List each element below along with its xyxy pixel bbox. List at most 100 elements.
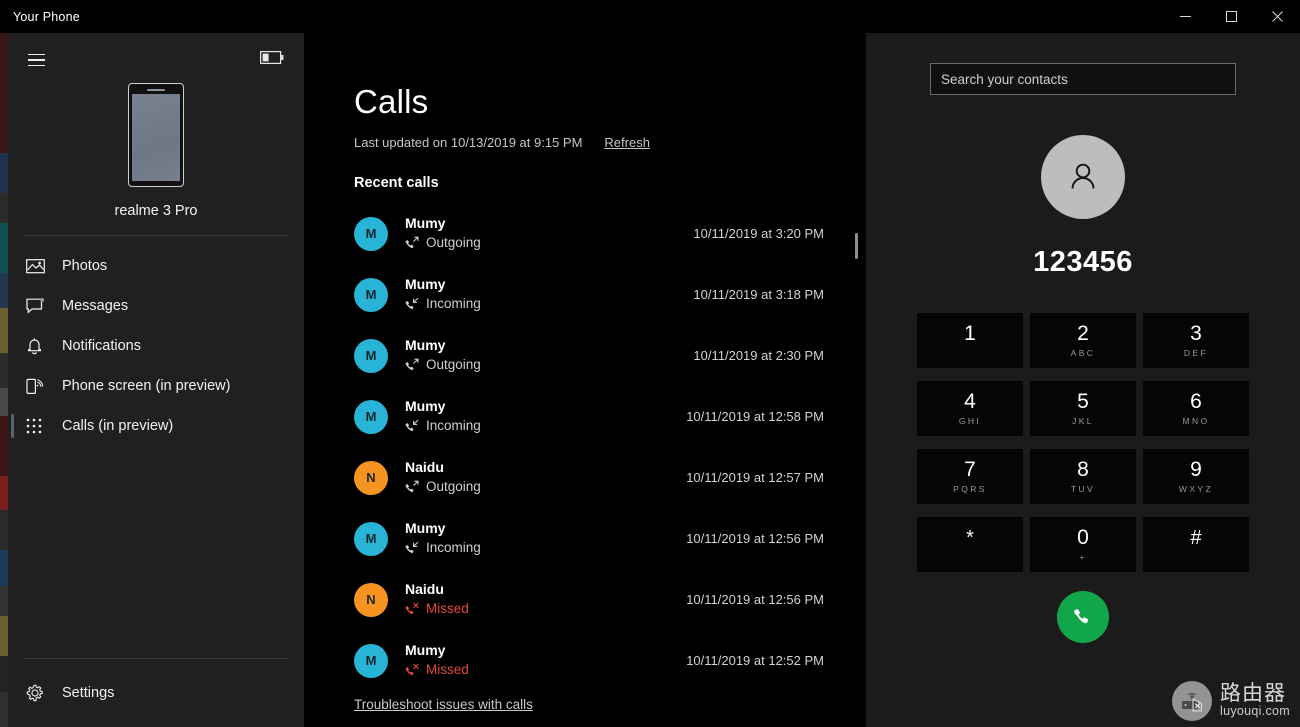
avatar: N xyxy=(354,582,388,617)
dialer-panel: 123456 1 2 ABC 3 DEF 4 GHI xyxy=(866,33,1300,727)
sidebar-item-photos[interactable]: Photos xyxy=(8,246,304,286)
window-controls xyxy=(1162,0,1300,33)
call-contact-name: Mumy xyxy=(405,641,446,658)
call-type-label: Incoming xyxy=(426,417,481,433)
call-type-label: Outgoing xyxy=(426,478,481,494)
status-row: Last updated on 10/13/2019 at 9:15 PM Re… xyxy=(354,135,866,150)
close-button[interactable] xyxy=(1254,0,1300,33)
call-timestamp: 10/11/2019 at 3:18 PM xyxy=(693,287,824,302)
call-list-item[interactable]: M Mumy Incoming 10/11/2019 at xyxy=(354,386,824,447)
dialpad-key-letters: + xyxy=(1079,552,1087,563)
dialpad: 1 2 ABC 3 DEF 4 GHI 5 JKL 6 MNO 7 PQRS 8… xyxy=(917,313,1249,585)
dialpad-key-0[interactable]: 0 + xyxy=(1030,517,1136,572)
incoming-call-icon xyxy=(405,297,419,310)
sidebar-item-phone-screen[interactable]: Phone screen (in preview) xyxy=(8,366,304,406)
device-illustration xyxy=(8,83,304,187)
call-list-item[interactable]: M Mumy Outgoing 10/11/2019 at xyxy=(354,203,824,264)
dialpad-key-8[interactable]: 8 TUV xyxy=(1030,449,1136,504)
sidebar-item-notifications[interactable]: Notifications xyxy=(8,326,304,366)
missed-call-icon xyxy=(405,663,419,676)
dialpad-key-9[interactable]: 9 WXYZ xyxy=(1143,449,1249,504)
avatar: M xyxy=(354,216,388,251)
dialpad-key-4[interactable]: 4 GHI xyxy=(917,381,1023,436)
dialpad-key-7[interactable]: 7 PQRS xyxy=(917,449,1023,504)
title-bar: Your Phone xyxy=(0,0,1300,33)
dialpad-key-letters: DEF xyxy=(1183,348,1209,359)
dialpad-key-digit: 5 xyxy=(1077,389,1089,413)
call-contact-name: Naidu xyxy=(405,580,444,597)
dialpad-key-star[interactable]: * xyxy=(917,517,1023,572)
troubleshoot-link[interactable]: Troubleshoot issues with calls xyxy=(354,697,533,712)
avatar: N xyxy=(354,460,388,495)
avatar: M xyxy=(354,399,388,434)
calls-scrollbar[interactable] xyxy=(854,33,860,727)
bell-icon xyxy=(26,336,50,356)
call-type-label: Outgoing xyxy=(426,356,481,372)
your-phone-window: Your Phone realme 3 Pro Photos Messages … xyxy=(0,0,1300,727)
dialpad-key-6[interactable]: 6 MNO xyxy=(1143,381,1249,436)
last-updated-text: Last updated on 10/13/2019 at 9:15 PM xyxy=(354,135,583,150)
gear-icon xyxy=(26,683,50,703)
dialpad-key-2[interactable]: 2 ABC xyxy=(1030,313,1136,368)
sidebar-item-messages[interactable]: Messages xyxy=(8,286,304,326)
call-list-item[interactable]: M Mumy Incoming 10/11/2019 at xyxy=(354,508,824,569)
phone-handset-icon xyxy=(1074,609,1089,624)
search-contacts-input[interactable] xyxy=(930,63,1236,95)
sidebar-item-label: Calls (in preview) xyxy=(62,417,174,434)
call-list-item[interactable]: M Mumy Missed 10/11/2019 at 12:52 PM xyxy=(354,630,824,691)
dialpad-key-5[interactable]: 5 JKL xyxy=(1030,381,1136,436)
call-timestamp: 10/11/2019 at 2:30 PM xyxy=(693,348,824,363)
sidebar-item-label: Phone screen (in preview) xyxy=(62,377,231,394)
dialpad-key-letters: PQRS xyxy=(953,484,987,495)
recent-calls-list: M Mumy Outgoing 10/11/2019 at 3:20 PM M … xyxy=(354,203,824,691)
dialpad-key-1[interactable]: 1 xyxy=(917,313,1023,368)
watermark-en-text: luyouqi.com xyxy=(1220,704,1290,719)
phone-screen-icon xyxy=(26,376,50,396)
sidebar-nav: Photos Messages Notifications Phone scre… xyxy=(8,246,304,446)
hamburger-menu-icon[interactable] xyxy=(24,45,54,75)
minimize-button[interactable] xyxy=(1162,0,1208,33)
call-contact-name: Mumy xyxy=(405,214,446,231)
call-timestamp: 10/11/2019 at 12:57 PM xyxy=(686,470,824,485)
scrollbar-thumb[interactable] xyxy=(855,233,858,259)
sidebar-item-settings[interactable]: Settings xyxy=(8,673,304,713)
call-button[interactable] xyxy=(1057,591,1109,643)
call-timestamp: 10/11/2019 at 3:20 PM xyxy=(693,226,824,241)
dialpad-key-letters: ABC xyxy=(1070,348,1096,359)
person-icon xyxy=(1071,163,1095,189)
sidebar-divider-top xyxy=(24,235,288,236)
call-list-item[interactable]: N Naidu Outgoing 10/11/2019 at 12:57 PM xyxy=(354,447,824,508)
dialpad-key-digit: 0 xyxy=(1077,525,1089,549)
dialpad-key-digit: 2 xyxy=(1077,321,1089,345)
call-timestamp: 10/11/2019 at 12:52 PM xyxy=(686,653,824,668)
battery-low-icon xyxy=(260,51,284,69)
maximize-button[interactable] xyxy=(1208,0,1254,33)
sidebar-item-calls[interactable]: Calls (in preview) xyxy=(8,406,304,446)
dialpad-key-3[interactable]: 3 DEF xyxy=(1143,313,1249,368)
dialpad-key-digit: * xyxy=(966,526,974,549)
page-title: Calls xyxy=(354,83,429,120)
call-list-item[interactable]: M Mumy Outgoing 10/11/2019 at xyxy=(354,325,824,386)
refresh-link[interactable]: Refresh xyxy=(604,135,650,150)
call-list-item[interactable]: N Naidu Missed 10/11/2019 at 12:56 PM xyxy=(354,569,824,630)
call-type-label: Missed xyxy=(426,661,469,677)
call-type-label: Missed xyxy=(426,600,469,616)
call-timestamp: 10/11/2019 at 12:56 PM xyxy=(686,592,824,607)
recent-calls-heading: Recent calls xyxy=(354,175,439,191)
sidebar: realme 3 Pro Photos Messages Notificatio… xyxy=(8,33,304,727)
watermark: 路由器 luyouqi.com xyxy=(1172,681,1290,721)
call-contact-name: Mumy xyxy=(405,519,446,536)
call-contact-name: Mumy xyxy=(405,336,446,353)
dialpad-key-hash[interactable]: # xyxy=(1143,517,1249,572)
call-type-label: Incoming xyxy=(426,295,481,311)
avatar: M xyxy=(354,521,388,556)
dialpad-key-letters: JKL xyxy=(1072,416,1094,427)
main-panel: Calls Last updated on 10/13/2019 at 9:15… xyxy=(304,33,866,727)
dialpad-key-digit: 1 xyxy=(964,321,976,345)
device-name: realme 3 Pro xyxy=(114,203,198,219)
dialpad-key-digit: # xyxy=(1190,526,1202,549)
call-list-item[interactable]: M Mumy Incoming 10/11/2019 at xyxy=(354,264,824,325)
dialpad-key-letters: GHI xyxy=(958,416,982,427)
call-type-label: Incoming xyxy=(426,539,481,555)
dialpad-key-digit: 7 xyxy=(964,457,976,481)
